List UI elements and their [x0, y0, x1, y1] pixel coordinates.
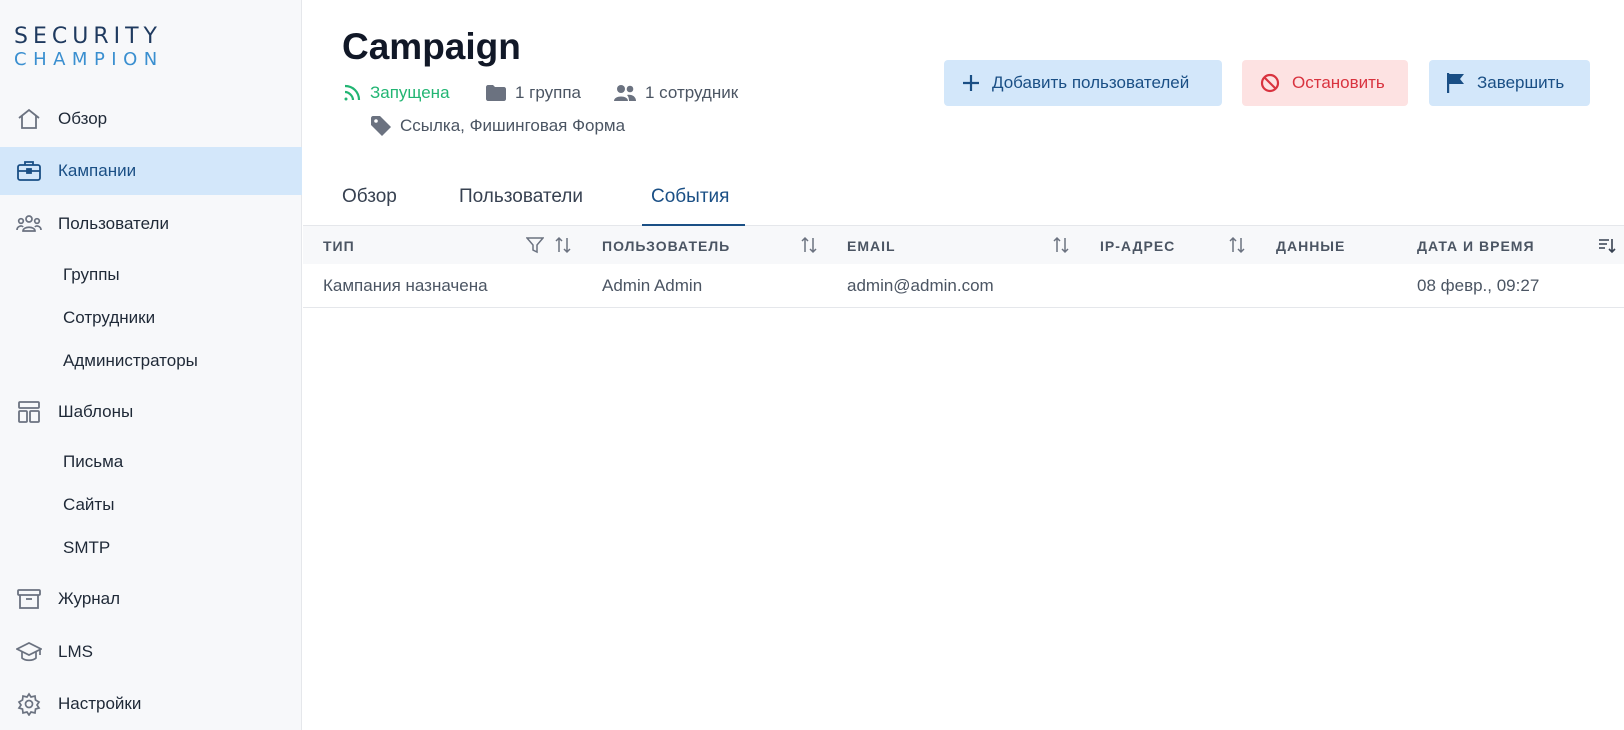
- layout-icon: [18, 401, 40, 423]
- tags-text: Ссылка, Фишинговая Форма: [400, 116, 626, 135]
- tab-users[interactable]: Пользователи: [459, 186, 583, 226]
- add-users-button[interactable]: Добавить пользователей: [944, 60, 1222, 106]
- campaign-groups: 1 группа: [486, 81, 581, 105]
- users-icon: [614, 85, 636, 101]
- sidebar-item-label: Журнал: [58, 589, 121, 608]
- sidebar-item-campaigns[interactable]: Кампании: [0, 147, 302, 195]
- sidebar-item-label: Кампании: [58, 161, 137, 180]
- sidebar-item-journal[interactable]: Журнал: [0, 575, 302, 623]
- employees-count: 1 сотрудник: [645, 83, 739, 102]
- sidebar-item-label: Настройки: [58, 694, 142, 713]
- sidebar-item-label: LMS: [58, 642, 93, 661]
- folder-icon: [486, 85, 506, 101]
- cell-datetime: 08 февр., 09:27: [1417, 276, 1540, 295]
- sidebar-item-label: Обзор: [58, 109, 108, 128]
- column-header-ip[interactable]: IP-адрес: [1100, 238, 1175, 254]
- sort-icon[interactable]: [800, 236, 818, 254]
- logo-line-1: SECURITY: [14, 24, 162, 49]
- logo-line-2: CHAMPION: [14, 49, 164, 70]
- graduation-cap-icon: [16, 642, 42, 662]
- status-text: Запущена: [370, 83, 450, 102]
- campaign-tags: Ссылка, Фишинговая Форма: [371, 114, 625, 138]
- logo[interactable]: SECURITY CHAMPION: [14, 24, 184, 74]
- column-header-data: Данные: [1276, 238, 1346, 254]
- column-header-email[interactable]: Email: [847, 238, 896, 254]
- ban-icon: [1260, 73, 1280, 93]
- cell-user: Admin Admin: [602, 276, 703, 295]
- tab-overview[interactable]: Обзор: [342, 186, 397, 226]
- finish-label: Завершить: [1477, 73, 1565, 92]
- rss-icon: [344, 84, 361, 101]
- sidebar-item-lms[interactable]: LMS: [0, 628, 302, 676]
- sidebar-item-templates[interactable]: Шаблоны: [0, 388, 302, 436]
- campaign-employees: 1 сотрудник: [614, 81, 738, 105]
- column-header-user[interactable]: Пользователь: [602, 238, 730, 254]
- sidebar-subitem-smtp[interactable]: SMTP: [63, 535, 110, 561]
- campaign-status: Запущена: [343, 81, 450, 105]
- cell-email: admin@admin.com: [847, 276, 994, 295]
- sidebar-subitem-groups[interactable]: Группы: [63, 262, 120, 288]
- sidebar-item-users[interactable]: Пользователи: [0, 200, 302, 248]
- flag-icon: [1447, 73, 1464, 93]
- sidebar-subitem-employees[interactable]: Сотрудники: [63, 305, 155, 331]
- sort-descending-icon[interactable]: [1598, 236, 1616, 254]
- tag-icon: [371, 116, 391, 136]
- sidebar: SECURITY CHAMPION Обзор Кампании Пользов…: [0, 0, 302, 730]
- archive-icon: [17, 589, 41, 609]
- sidebar-subitem-letters[interactable]: Письма: [63, 449, 123, 475]
- stop-label: Остановить: [1292, 73, 1385, 92]
- tab-events[interactable]: События: [651, 186, 729, 226]
- page-title: Campaign: [342, 26, 521, 67]
- sort-icon[interactable]: [1228, 236, 1246, 254]
- stop-button[interactable]: Остановить: [1242, 60, 1408, 106]
- briefcase-icon: [17, 161, 41, 181]
- finish-button[interactable]: Завершить: [1429, 60, 1590, 106]
- sidebar-subitem-administrators[interactable]: Администраторы: [63, 348, 198, 374]
- gear-icon: [17, 692, 41, 716]
- column-header-type[interactable]: Тип: [323, 238, 355, 254]
- sidebar-item-overview[interactable]: Обзор: [0, 95, 302, 143]
- add-users-label: Добавить пользователей: [992, 73, 1190, 92]
- sidebar-item-settings[interactable]: Настройки: [0, 680, 302, 728]
- sort-icon[interactable]: [554, 236, 572, 254]
- users-icon: [16, 215, 42, 232]
- plus-icon: [963, 75, 979, 91]
- sidebar-subitem-sites[interactable]: Сайты: [63, 492, 114, 518]
- filter-icon[interactable]: [526, 236, 544, 254]
- cell-type: Кампания назначена: [323, 276, 488, 295]
- sidebar-item-label: Пользователи: [58, 214, 169, 233]
- groups-count: 1 группа: [515, 83, 582, 102]
- home-icon: [18, 108, 40, 129]
- sidebar-item-label: Шаблоны: [58, 402, 134, 421]
- column-header-datetime[interactable]: Дата и время: [1417, 238, 1535, 254]
- sort-icon[interactable]: [1052, 236, 1070, 254]
